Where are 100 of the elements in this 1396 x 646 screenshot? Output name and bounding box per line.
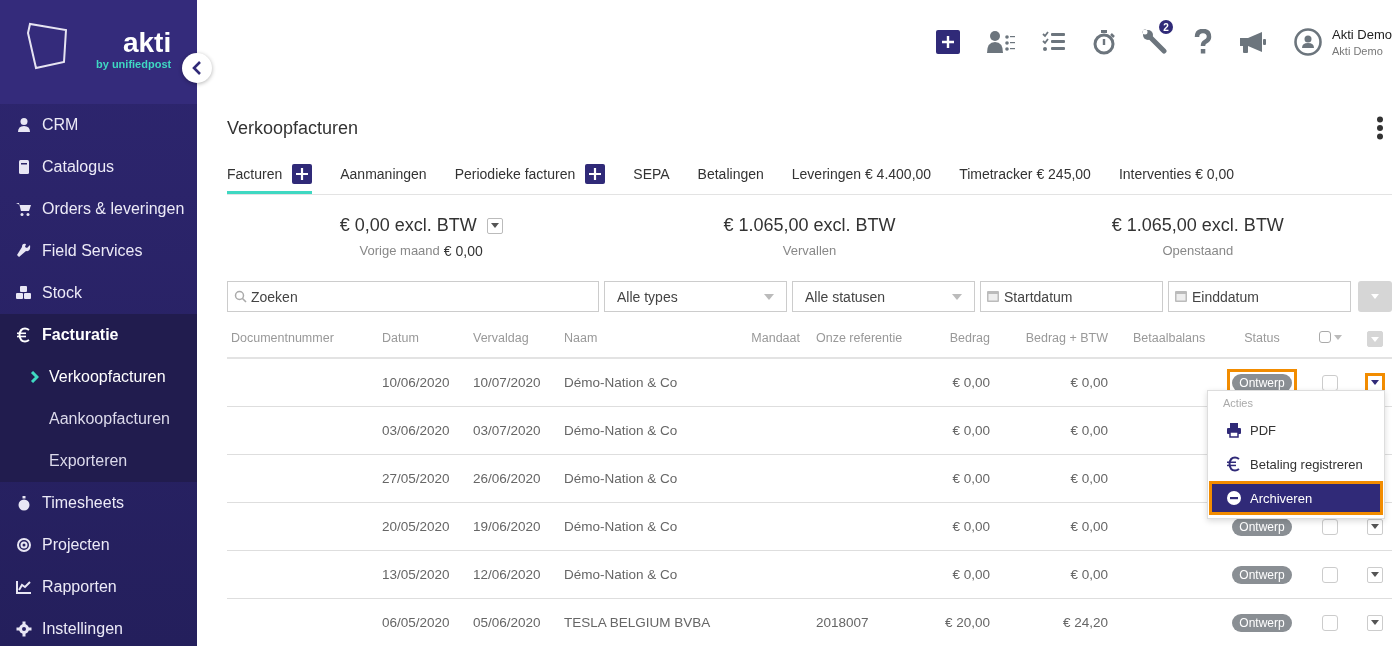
cart-icon bbox=[16, 201, 32, 217]
checklist-icon[interactable] bbox=[1042, 31, 1067, 53]
table-cell-text: 12/06/2020 bbox=[472, 567, 542, 582]
chevron-left-icon bbox=[192, 61, 202, 75]
table-cell-text: 03/06/2020 bbox=[381, 423, 451, 438]
sidebar-item[interactable]: Instellingen bbox=[0, 608, 197, 646]
column-header: Vervaldag bbox=[472, 331, 530, 345]
column-header: Onze referentie bbox=[815, 331, 904, 345]
add-button[interactable] bbox=[936, 30, 961, 54]
table-cell-text: € 0,00 bbox=[951, 471, 990, 486]
stopwatch-icon[interactable] bbox=[1092, 29, 1117, 55]
user-name[interactable]: Akti Demo bbox=[1332, 27, 1392, 42]
table-cell-text: 05/06/2020 bbox=[472, 615, 542, 630]
chevron-right-icon bbox=[30, 371, 39, 383]
notification-badge: 2 bbox=[1159, 20, 1174, 34]
column-header: Status bbox=[1243, 331, 1281, 345]
tab[interactable]: Betalingen bbox=[697, 157, 764, 194]
logo-outline-icon bbox=[26, 22, 70, 70]
megaphone-icon[interactable] bbox=[1238, 30, 1269, 54]
caret-down-icon bbox=[1371, 620, 1379, 625]
collapse-sidebar-button[interactable] bbox=[182, 53, 212, 83]
sidebar-item[interactable]: Facturatie bbox=[0, 314, 197, 356]
table-cell-text: 20/05/2020 bbox=[381, 519, 451, 534]
caret-down-icon bbox=[1371, 294, 1379, 299]
add-icon[interactable] bbox=[292, 164, 313, 184]
sidebar-item[interactable]: CRM bbox=[0, 104, 197, 146]
contacts-list-icon[interactable] bbox=[986, 30, 1017, 54]
menu-header: Acties bbox=[1222, 397, 1254, 409]
table-cell-text: € 0,00 bbox=[1069, 567, 1108, 582]
search-field[interactable]: Zoeken bbox=[227, 281, 599, 312]
tab[interactable]: Periodieke facturen bbox=[454, 157, 606, 194]
sidebar-subitem[interactable]: Aankoopfacturen bbox=[0, 398, 197, 440]
table-cell-text: Démo-Nation & Co bbox=[563, 375, 679, 390]
row-checkbox[interactable] bbox=[1322, 566, 1338, 583]
more-options-icon[interactable] bbox=[1376, 116, 1384, 140]
caret-down-icon bbox=[952, 293, 962, 300]
tab[interactable]: SEPA bbox=[633, 157, 670, 194]
sidebar-item[interactable]: Catalogus bbox=[0, 146, 197, 188]
select-all-checkbox[interactable] bbox=[1318, 331, 1331, 343]
calendar-icon bbox=[987, 290, 999, 302]
row-actions-button[interactable] bbox=[1367, 566, 1383, 583]
calendar-icon bbox=[1175, 290, 1187, 302]
type-select[interactable]: Alle types bbox=[604, 281, 787, 312]
row-checkbox[interactable] bbox=[1322, 374, 1338, 391]
table-cell-text: € 0,00 bbox=[1069, 471, 1108, 486]
caret-down-icon bbox=[1371, 336, 1379, 342]
table-cell-text: 19/06/2020 bbox=[472, 519, 542, 534]
table-cell-text: Démo-Nation & Co bbox=[563, 471, 679, 486]
table-cell: 2018007 bbox=[816, 615, 869, 630]
sidebar-item[interactable]: Rapporten bbox=[0, 566, 197, 608]
add-icon[interactable] bbox=[585, 164, 606, 184]
tab[interactable]: Leveringen € 4.400,00 bbox=[791, 157, 932, 194]
row-actions-button[interactable] bbox=[1365, 372, 1385, 393]
sidebar-item[interactable]: Orders & leveringen bbox=[0, 188, 197, 230]
row-checkbox[interactable] bbox=[1322, 614, 1338, 631]
sidebar-item[interactable]: Field Services bbox=[0, 230, 197, 272]
status-select[interactable]: Alle statusen bbox=[792, 281, 975, 312]
printer-icon bbox=[1226, 422, 1242, 438]
book-icon bbox=[16, 159, 32, 175]
menu-item[interactable]: Archiveren bbox=[1209, 481, 1383, 515]
column-header: Naam bbox=[563, 331, 599, 345]
summary-amount: € 0,00 excl. BTW bbox=[339, 215, 477, 236]
tab[interactable]: Timetracker € 245,00 bbox=[959, 157, 1091, 194]
sidebar-subitem[interactable]: Verkoopfacturen bbox=[0, 356, 197, 398]
tab[interactable]: Interventies € 0,00 bbox=[1118, 157, 1235, 194]
status-badge: Ontwerp bbox=[1232, 565, 1292, 584]
column-header: Mandaat bbox=[750, 331, 800, 345]
tab[interactable]: Aanmaningen bbox=[340, 157, 427, 194]
table-cell-text: Démo-Nation & Co bbox=[563, 423, 679, 438]
summary-amount: € 1.065,00 excl. BTW bbox=[1111, 215, 1284, 236]
column-header: Datum bbox=[381, 331, 420, 345]
end-date-field[interactable]: Einddatum bbox=[1168, 281, 1351, 312]
table-cell-text: € 0,00 bbox=[951, 567, 990, 582]
summary-label: Vorige maand bbox=[359, 243, 440, 259]
sidebar-item[interactable]: Projecten bbox=[0, 524, 197, 566]
row-actions-button[interactable] bbox=[1367, 614, 1383, 631]
table-cell-text: 10/06/2020 bbox=[381, 375, 451, 390]
sidebar-item[interactable]: Timesheets bbox=[0, 482, 197, 524]
sidebar-subitem[interactable]: Exporteren bbox=[0, 440, 197, 482]
table-cell-text: 10/07/2020 bbox=[472, 375, 542, 390]
page-title: Verkoopfacturen bbox=[227, 117, 359, 139]
table-cell-text: € 0,00 bbox=[1069, 423, 1108, 438]
plus-icon bbox=[942, 36, 955, 48]
cubes-icon bbox=[16, 285, 32, 301]
menu-item[interactable]: PDF bbox=[1209, 413, 1383, 447]
minus-circle-icon bbox=[1226, 490, 1242, 506]
caret-down-icon bbox=[1371, 572, 1379, 577]
summary-value: € 0,00 bbox=[443, 243, 483, 259]
tab[interactable]: Facturen bbox=[227, 157, 313, 194]
help-icon[interactable] bbox=[1194, 29, 1213, 55]
sidebar-item[interactable]: Stock bbox=[0, 272, 197, 314]
user-company: Akti Demo bbox=[1332, 45, 1384, 57]
user-avatar-icon[interactable] bbox=[1294, 28, 1323, 56]
table-cell-text: Démo-Nation & Co bbox=[563, 567, 679, 582]
start-date-field[interactable]: Startdatum bbox=[980, 281, 1163, 312]
period-dropdown-button[interactable] bbox=[486, 217, 503, 234]
wrench-icon[interactable] bbox=[1142, 29, 1169, 55]
wrench-icon bbox=[16, 243, 32, 259]
caret-down-icon bbox=[490, 223, 499, 228]
menu-item[interactable]: Betaling registreren bbox=[1209, 447, 1383, 481]
